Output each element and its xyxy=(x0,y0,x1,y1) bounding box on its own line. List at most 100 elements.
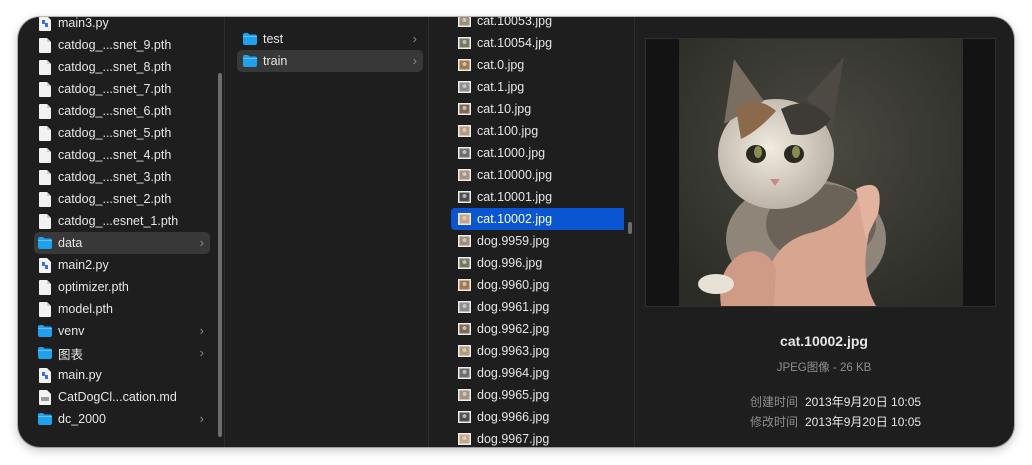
image-thumbnail-icon xyxy=(457,101,471,117)
file-row[interactable]: cat.1.jpg xyxy=(451,76,624,98)
document-icon xyxy=(38,169,52,185)
image-thumbnail-icon xyxy=(457,255,471,271)
folder-row[interactable]: 图表 › xyxy=(34,342,210,364)
image-thumbnail-icon xyxy=(457,79,471,95)
file-row[interactable]: catdog_...snet_7.pth xyxy=(34,78,210,100)
file-row[interactable]: catdog_...snet_4.pth xyxy=(34,144,210,166)
folder-row[interactable]: venv › xyxy=(34,320,210,342)
file-row[interactable]: model.pth xyxy=(34,298,210,320)
file-row[interactable]: dog.9960.jpg xyxy=(451,274,624,296)
file-row[interactable]: dog.996.jpg xyxy=(451,252,624,274)
image-thumbnail-icon xyxy=(457,57,471,73)
document-icon xyxy=(38,37,52,53)
document-icon xyxy=(38,59,52,75)
file-row[interactable]: dog.9964.jpg xyxy=(451,362,624,384)
file-row[interactable]: catdog_...snet_8.pth xyxy=(34,56,210,78)
row-label: catdog_...snet_7.pth xyxy=(58,82,172,96)
row-label: dog.996.jpg xyxy=(477,256,543,270)
info-key: 创建时间 xyxy=(749,395,798,409)
file-row[interactable]: cat.10.jpg xyxy=(451,98,624,120)
info-value: 2013年9月20日 10:05 xyxy=(805,415,922,429)
file-row[interactable]: catdog_...snet_6.pth xyxy=(34,100,210,122)
file-row[interactable]: cat.1000.jpg xyxy=(451,142,624,164)
file-row[interactable]: CatDogCl...cation.md xyxy=(34,386,210,408)
row-label: catdog_...snet_2.pth xyxy=(58,192,172,206)
row-label: catdog_...snet_6.pth xyxy=(58,104,172,118)
file-row[interactable]: catdog_...snet_2.pth xyxy=(34,188,210,210)
file-row[interactable]: dog.9961.jpg xyxy=(451,296,624,318)
image-thumbnail-icon xyxy=(457,321,471,337)
row-label: dog.9966.jpg xyxy=(477,410,550,424)
row-label: dc_2000 xyxy=(58,412,106,426)
finder-window: main3.py catdog_...snet_9.pth catdog_...sn… xyxy=(18,17,1014,447)
image-thumbnail-icon xyxy=(457,233,471,249)
row-label: dog.9961.jpg xyxy=(477,300,550,314)
info-row-created: 创建时间 2013年9月20日 10:05 xyxy=(634,393,1014,411)
file-row[interactable]: catdog_...esnet_1.pth xyxy=(34,210,210,232)
row-label: dog.9960.jpg xyxy=(477,278,550,292)
image-thumbnail-icon xyxy=(457,123,471,139)
file-row[interactable]: dog.9962.jpg xyxy=(451,318,624,340)
row-label: main2.py xyxy=(58,258,109,272)
file-row[interactable]: main2.py xyxy=(34,254,210,276)
column-data-folder[interactable]: test › train › xyxy=(225,17,428,447)
folder-icon xyxy=(38,323,52,339)
column-train-folder[interactable]: cat.10053.jpg cat.10054.jpg cat.0.jpg cat.1… xyxy=(429,17,624,447)
image-thumbnail-icon xyxy=(457,409,471,425)
folder-row[interactable]: data › xyxy=(34,232,210,254)
chevron-right-icon: › xyxy=(199,323,204,338)
file-row[interactable]: cat.10000.jpg xyxy=(451,164,624,186)
file-row[interactable]: dog.9963.jpg xyxy=(451,340,624,362)
file-row[interactable]: dog.9966.jpg xyxy=(451,406,624,428)
row-label: cat.10000.jpg xyxy=(477,168,553,182)
file-row[interactable]: dog.9965.jpg xyxy=(451,384,624,406)
folder-row[interactable]: dc_2000 › xyxy=(34,408,210,430)
image-thumbnail-icon xyxy=(457,387,471,403)
image-thumbnail-icon xyxy=(457,365,471,381)
row-label: venv xyxy=(58,324,85,338)
row-label: dog.9963.jpg xyxy=(477,344,550,358)
document-icon xyxy=(38,147,52,163)
image-thumbnail-icon xyxy=(457,211,471,227)
file-row[interactable]: catdog_...snet_5.pth xyxy=(34,122,210,144)
preview-file-name: cat.10002.jpg xyxy=(780,333,868,349)
folder-row[interactable]: train › xyxy=(237,50,423,72)
file-row[interactable]: main.py xyxy=(34,364,210,386)
file-row[interactable]: catdog_...snet_9.pth xyxy=(34,34,210,56)
file-row[interactable]: dog.9967.jpg xyxy=(451,428,624,447)
row-label: 图表 xyxy=(58,347,84,362)
row-label: cat.10002.jpg xyxy=(477,212,553,226)
file-row[interactable]: catdog_...snet_3.pth xyxy=(34,166,210,188)
file-row[interactable]: cat.10053.jpg xyxy=(451,17,624,32)
python-file-icon xyxy=(38,257,52,273)
file-row[interactable]: cat.10001.jpg xyxy=(451,186,624,208)
row-label: catdog_...snet_4.pth xyxy=(58,148,172,162)
file-row[interactable]: main3.py xyxy=(34,17,210,34)
file-row[interactable]: cat.100.jpg xyxy=(451,120,624,142)
file-row[interactable]: dog.9959.jpg xyxy=(451,230,624,252)
row-label: main3.py xyxy=(58,17,109,30)
scrollbar-column3[interactable] xyxy=(628,222,632,234)
file-row[interactable]: cat.10054.jpg xyxy=(451,32,624,54)
row-label: cat.1.jpg xyxy=(477,80,525,94)
image-thumbnail-icon xyxy=(457,431,471,447)
row-label: catdog_...esnet_1.pth xyxy=(58,214,179,228)
row-label: cat.10.jpg xyxy=(477,102,532,116)
scrollbar-column1[interactable] xyxy=(218,73,222,437)
document-icon xyxy=(38,103,52,119)
row-label: cat.100.jpg xyxy=(477,124,539,138)
row-label: cat.10001.jpg xyxy=(477,190,553,204)
column-project-files[interactable]: main3.py catdog_...snet_9.pth catdog_...sn… xyxy=(18,17,224,447)
markdown-file-icon xyxy=(38,389,52,405)
folder-icon xyxy=(38,411,52,427)
row-label: dog.9964.jpg xyxy=(477,366,550,380)
file-row[interactable]: cat.0.jpg xyxy=(451,54,624,76)
document-icon xyxy=(38,191,52,207)
file-row[interactable]: cat.10002.jpg xyxy=(451,208,624,230)
file-row[interactable]: optimizer.pth xyxy=(34,276,210,298)
folder-row[interactable]: test › xyxy=(237,28,423,50)
info-value: 2013年9月20日 10:05 xyxy=(805,395,922,409)
row-label: model.pth xyxy=(58,302,113,316)
image-thumbnail-icon xyxy=(457,167,471,183)
image-thumbnail-icon xyxy=(457,35,471,51)
